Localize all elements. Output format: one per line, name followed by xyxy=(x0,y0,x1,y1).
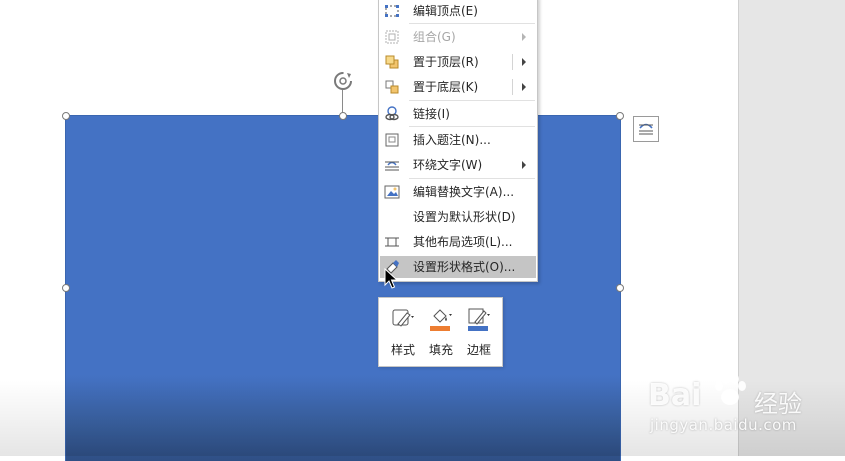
border-label: 边框 xyxy=(466,343,491,357)
wrap-text-icon xyxy=(385,161,399,171)
menu-item-edit-alt-text[interactable]: 编辑替换文字(A)... xyxy=(380,181,536,203)
group-icon xyxy=(385,30,399,44)
layout-options-icon xyxy=(639,123,653,135)
submenu-arrow-icon xyxy=(522,33,526,41)
layout-options-button[interactable] xyxy=(633,116,659,142)
menu-item-edit-points[interactable]: 编辑顶点(E) xyxy=(380,0,536,22)
mini-toolbar: 样式 填充 边框 xyxy=(378,297,503,367)
fill-label: 填充 xyxy=(428,343,453,357)
bring-to-front-icon xyxy=(385,55,399,69)
send-to-back-icon xyxy=(385,80,399,94)
paint-bucket-icon xyxy=(430,309,452,331)
menu-item-bring-to-front[interactable]: 置于顶层(R) xyxy=(380,51,536,73)
submenu-arrow-icon[interactable] xyxy=(522,83,526,91)
border-pen-icon xyxy=(468,308,490,331)
menu-separator xyxy=(409,23,535,24)
border-color-swatch xyxy=(468,326,488,331)
watermark-suffix: 经验 xyxy=(754,390,802,418)
menu-item-label: 设置形状格式(O)... xyxy=(413,260,516,274)
menu-item-wrap-text[interactable]: 环绕文字(W) xyxy=(380,154,536,176)
watermark-brand: Bai xyxy=(648,378,702,413)
resize-handle-left[interactable] xyxy=(62,284,70,292)
menu-item-label: 插入题注(N)... xyxy=(413,133,491,147)
menu-item-label: 编辑顶点(E) xyxy=(413,4,478,18)
border-button[interactable]: 边框 xyxy=(461,304,497,360)
context-menu: 编辑顶点(E) 组合(G) 置于顶层(R) 置于底层(K) 链接(I) 插入题注… xyxy=(378,0,538,282)
menu-item-label: 置于顶层(R) xyxy=(413,55,479,69)
resize-handle-top-right[interactable] xyxy=(616,112,624,120)
menu-item-label: 其他布局选项(L)... xyxy=(413,235,513,249)
alt-text-icon xyxy=(384,185,400,199)
menu-separator xyxy=(409,126,535,127)
fill-button[interactable]: 填充 xyxy=(423,304,459,360)
rotate-handle-icon[interactable] xyxy=(332,70,354,92)
submenu-arrow-icon[interactable] xyxy=(522,58,526,66)
menu-separator xyxy=(409,100,535,101)
layout-options-icon xyxy=(385,237,399,247)
menu-item-more-layout-options[interactable]: 其他布局选项(L)... xyxy=(380,231,536,253)
style-label: 样式 xyxy=(390,343,415,357)
fill-color-swatch xyxy=(430,326,450,331)
split-divider xyxy=(512,54,513,70)
resize-handle-right[interactable] xyxy=(616,284,624,292)
watermark-url: jingyan.baidu.com xyxy=(650,416,797,434)
shape-style-icon xyxy=(392,309,414,327)
submenu-arrow-icon xyxy=(522,161,526,169)
split-divider xyxy=(512,79,513,95)
resize-handle-top[interactable] xyxy=(339,112,347,120)
menu-item-label: 编辑替换文字(A)... xyxy=(413,185,515,199)
rotation-connector xyxy=(342,90,343,114)
menu-item-label: 设置为默认形状(D) xyxy=(413,210,516,224)
baidu-jingyan-watermark: Bai 经验 jingyan.baidu.com xyxy=(648,364,838,444)
menu-item-label: 组合(G) xyxy=(413,30,456,44)
menu-item-insert-caption[interactable]: 插入题注(N)... xyxy=(380,129,536,151)
menu-item-group[interactable]: 组合(G) xyxy=(380,26,536,48)
menu-item-label: 环绕文字(W) xyxy=(413,158,483,172)
menu-item-format-shape[interactable]: 设置形状格式(O)... xyxy=(380,256,536,278)
menu-item-send-to-back[interactable]: 置于底层(K) xyxy=(380,76,536,98)
mouse-pointer-icon xyxy=(384,268,398,289)
baidu-paw-logo-icon xyxy=(715,374,746,405)
insert-caption-icon xyxy=(385,133,399,147)
style-button[interactable]: 样式 xyxy=(385,304,421,360)
resize-handle-top-left[interactable] xyxy=(62,112,70,120)
menu-item-set-default-shape[interactable]: 设置为默认形状(D) xyxy=(380,206,536,228)
menu-separator xyxy=(409,178,535,179)
link-icon xyxy=(385,106,399,121)
menu-item-link[interactable]: 链接(I) xyxy=(380,103,536,125)
edit-points-icon xyxy=(385,5,399,17)
menu-item-label: 链接(I) xyxy=(413,107,450,121)
menu-item-label: 置于底层(K) xyxy=(413,80,479,94)
